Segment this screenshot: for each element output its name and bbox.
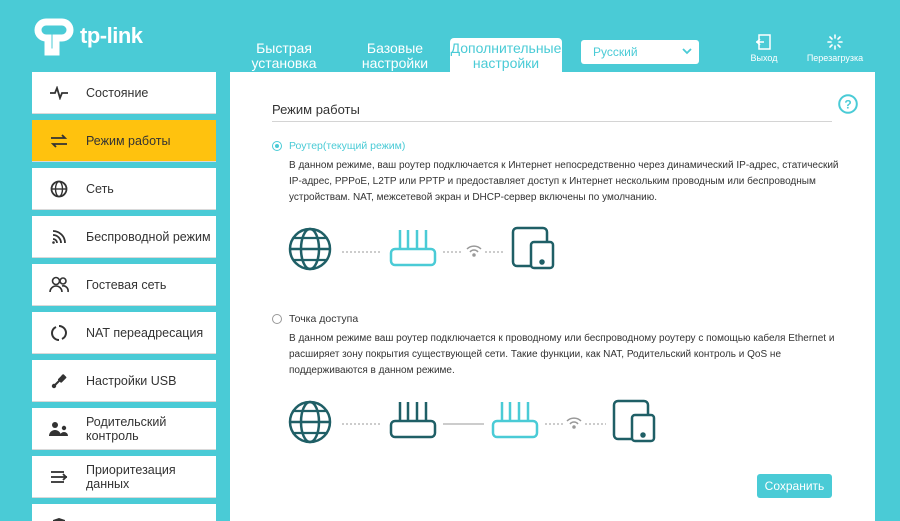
tp-link-logo: tp-link (32, 16, 143, 56)
mode-switch-icon (32, 133, 86, 149)
sidebar-item-label: Приоритезация данных (86, 462, 176, 491)
main-panel: Режим работы ? Роутер(текущий режим) В д… (230, 72, 875, 521)
sidebar-item-wireless[interactable]: Беспроводной режим (32, 216, 216, 258)
sidebar-item-qos[interactable]: Приоритезация данных (32, 456, 216, 498)
sidebar-item-label: Родительский контроль (86, 414, 167, 443)
guest-icon (32, 276, 86, 294)
sidebar-item-label: NAT переадресация (86, 325, 204, 340)
tp-link-logo-icon (34, 18, 74, 56)
sidebar-item-label: Режим работы (86, 133, 171, 148)
devices-icon (511, 226, 555, 270)
access-point-description: В данном режиме ваш роутер подключается … (289, 333, 835, 376)
sidebar-item-network[interactable]: Сеть (32, 168, 216, 210)
sidebar-item-parental-control[interactable]: Родительский контроль (32, 408, 216, 450)
usb-icon (32, 372, 86, 390)
sidebar-item-label: Сеть (86, 181, 114, 196)
router-icon (491, 402, 539, 439)
wireless-icon (32, 229, 86, 245)
reboot-icon (827, 34, 843, 50)
pulse-icon (32, 85, 86, 100)
access-point-diagram (288, 399, 656, 444)
sidebar-item-label: Настройки USB (86, 373, 177, 388)
devices-icon (612, 399, 656, 443)
title-divider (272, 121, 832, 122)
language-selected-value: Русский (593, 45, 638, 59)
router-mode-radio[interactable] (272, 141, 282, 151)
chevron-down-icon (682, 48, 692, 55)
wifi-icon (566, 417, 582, 429)
main-router-icon (389, 402, 437, 439)
brand-name: tp-link (80, 23, 143, 48)
sidebar-item-label: Состояние (86, 85, 149, 100)
nat-icon (32, 324, 86, 342)
logout-button[interactable]: Выход (744, 34, 784, 63)
sidebar-item-guest-network[interactable]: Гостевая сеть (32, 264, 216, 306)
router-mode-option[interactable]: Роутер(текущий режим) (272, 140, 405, 152)
sidebar-item-usb-settings[interactable]: Настройки USB (32, 360, 216, 402)
globe-icon (288, 400, 332, 444)
router-mode-label: Роутер(текущий режим) (289, 140, 406, 152)
wifi-icon (466, 245, 482, 257)
reboot-label: Перезагрузка (806, 53, 864, 63)
shield-icon (32, 517, 86, 521)
tab-quick-setup[interactable]: Быстрая установка (238, 38, 330, 72)
help-icon[interactable]: ? (838, 94, 858, 114)
access-point-radio[interactable] (272, 314, 282, 324)
router-mode-diagram (288, 226, 555, 271)
language-select[interactable]: Русский (581, 40, 699, 64)
sidebar-item-status[interactable]: Состояние (32, 72, 216, 114)
tab-basic-settings[interactable]: Базовые настройки (350, 38, 440, 72)
qos-icon (32, 469, 86, 485)
sidebar-item-operation-mode[interactable]: Режим работы (32, 120, 216, 162)
sidebar-item-partial[interactable] (32, 504, 216, 521)
globe-icon (288, 227, 332, 271)
logout-label: Выход (750, 53, 778, 63)
sidebar-item-label: Гостевая сеть (86, 277, 167, 292)
access-point-option[interactable]: Точка доступа (272, 313, 358, 325)
globe-icon (32, 180, 86, 198)
logout-icon (755, 34, 771, 50)
tab-advanced-settings[interactable]: Дополнительные настройки (450, 38, 562, 72)
sidebar-item-label: Беспроводной режим (86, 229, 211, 244)
reboot-button[interactable]: Перезагрузка (804, 34, 866, 63)
sidebar-item-nat-forwarding[interactable]: NAT переадресация (32, 312, 216, 354)
parental-icon (32, 421, 86, 437)
access-point-label: Точка доступа (289, 313, 359, 325)
router-mode-description: В данном режиме, ваш роутер подключается… (289, 160, 839, 203)
page-title: Режим работы (272, 102, 360, 117)
save-button[interactable]: Сохранить (757, 474, 832, 498)
router-icon (389, 230, 437, 267)
svg-text:?: ? (844, 98, 851, 112)
